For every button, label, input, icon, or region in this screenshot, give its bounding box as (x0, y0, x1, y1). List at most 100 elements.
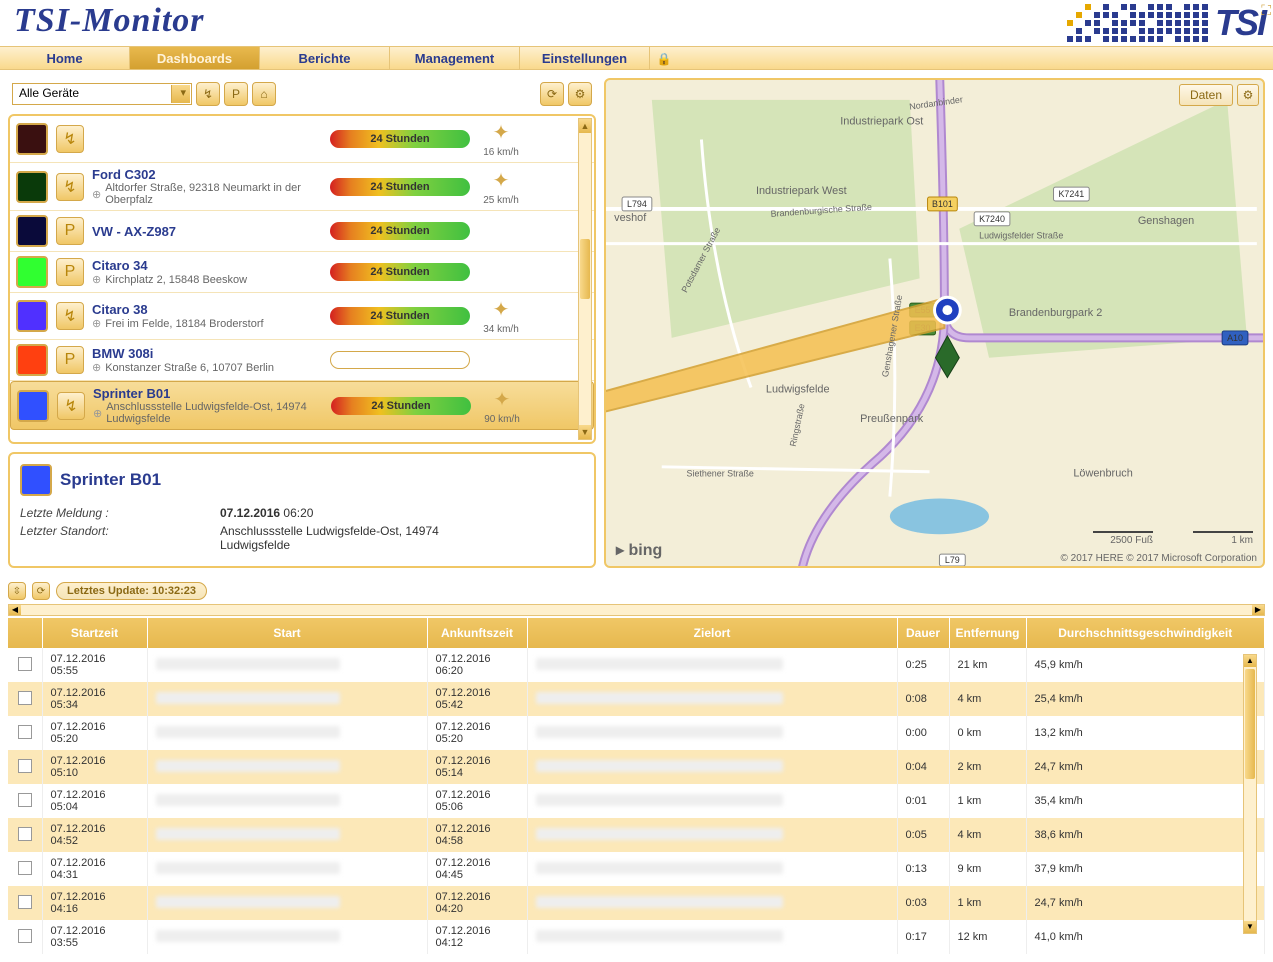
trip-start-location (156, 930, 340, 942)
table-row[interactable]: 07.12.201604:52 07.12.201604:58 0:05 4 k… (8, 818, 1265, 852)
fullscreen-icon[interactable]: ⛶ (1261, 2, 1271, 19)
trip-checkbox[interactable] (18, 691, 32, 705)
scroll-thumb[interactable] (1245, 669, 1255, 779)
device-row[interactable]: P Citaro 34 ⊕Kirchplatz 2, 15848 Beeskow… (10, 252, 594, 293)
device-name: BMW 308i (92, 346, 322, 361)
svg-text:K7240: K7240 (979, 214, 1005, 224)
trip-arrival-time: 07.12.201605:14 (427, 750, 527, 784)
trip-duration: 0:01 (897, 784, 949, 818)
device-speed: 90 km/h (484, 414, 520, 425)
col-entfernung[interactable]: Entfernung (949, 618, 1026, 648)
table-row[interactable]: 07.12.201605:04 07.12.201605:06 0:01 1 k… (8, 784, 1265, 818)
col-ankunftszeit[interactable]: Ankunftszeit (427, 618, 527, 648)
trip-checkbox[interactable] (18, 657, 32, 671)
trip-start-time: 07.12.201605:55 (42, 648, 147, 682)
device-row[interactable]: P BMW 308i ⊕Konstanzer Straße 6, 10707 B… (10, 340, 594, 381)
map-gear-icon[interactable]: ⚙ (1237, 84, 1259, 106)
device-row[interactable]: ↯ Ford C302 ⊕Altdorfer Straße, 92318 Neu… (10, 163, 594, 211)
device-row[interactable]: ↯ 24 Stunden ✦16 km/h (10, 116, 594, 163)
device-color-swatch (16, 171, 48, 203)
scroll-thumb[interactable] (580, 239, 590, 299)
col-zielort[interactable]: Zielort (527, 618, 897, 648)
table-row[interactable]: 07.12.201604:31 07.12.201604:45 0:13 9 k… (8, 852, 1265, 886)
table-row[interactable]: 07.12.201604:16 07.12.201604:20 0:03 1 k… (8, 886, 1265, 920)
table-row[interactable]: 07.12.201605:34 07.12.201605:42 0:08 4 k… (8, 682, 1265, 716)
logo-text: TSI (1215, 2, 1265, 44)
scroll-right-icon[interactable]: ▶ (1252, 605, 1264, 615)
gear-icon[interactable]: ⚙ (568, 82, 592, 106)
trip-checkbox[interactable] (18, 929, 32, 943)
device-row[interactable]: P VW - AX-Z987 24 Stunden (10, 211, 594, 252)
svg-text:Ludwigsfelder Straße: Ludwigsfelder Straße (979, 231, 1063, 241)
nav-berichte[interactable]: Berichte (260, 47, 390, 69)
device-row[interactable]: ↯ Sprinter B01 ⊕Anschlussstelle Ludwigsf… (10, 381, 594, 430)
trip-checkbox[interactable] (18, 759, 32, 773)
scroll-up-icon[interactable]: ▲ (579, 119, 591, 133)
device-filter-select[interactable]: Alle Geräte (12, 83, 192, 105)
route-icon[interactable]: ↯ (196, 82, 220, 106)
trip-checkbox[interactable] (18, 725, 32, 739)
table-row[interactable]: 07.12.201605:20 07.12.201605:20 0:00 0 k… (8, 716, 1265, 750)
parking-icon[interactable]: P (224, 82, 248, 106)
col-dauer[interactable]: Dauer (897, 618, 949, 648)
device-name: VW - AX-Z987 (92, 224, 322, 239)
detail-last-msg-time: 06:20 (283, 506, 313, 520)
svg-text:Löwenbruch: Löwenbruch (1073, 468, 1132, 480)
trips-refresh-icon[interactable]: ⟳ (32, 582, 50, 600)
map-data-button[interactable]: Daten (1179, 84, 1233, 106)
detail-device-name: Sprinter B01 (60, 470, 161, 490)
trips-collapse-icon[interactable]: ⇳ (8, 582, 26, 600)
trip-start-time: 07.12.201605:04 (42, 784, 147, 818)
scroll-up-icon[interactable]: ▲ (1244, 655, 1256, 667)
map-canvas[interactable]: L794 B101 K7240 K7241 E55 E30 A10 L79 In… (606, 80, 1263, 566)
nav-home[interactable]: Home (0, 47, 130, 69)
table-row[interactable]: 07.12.201605:55 07.12.201606:20 0:25 21 … (8, 648, 1265, 682)
trip-destination (536, 794, 783, 806)
detail-color-swatch (20, 464, 52, 496)
trip-distance: 0 km (949, 716, 1026, 750)
nav-management[interactable]: Management (390, 47, 520, 69)
lock-icon[interactable]: 🔒 (650, 47, 678, 69)
table-row[interactable]: 07.12.201605:10 07.12.201605:14 0:04 2 k… (8, 750, 1265, 784)
svg-text:K7241: K7241 (1058, 189, 1084, 199)
moving-icon: ↯ (56, 302, 84, 330)
nav-dashboards[interactable]: Dashboards (130, 47, 260, 69)
globe-icon: ⊕ (92, 361, 101, 374)
trip-destination (536, 828, 783, 840)
col-durchschnitt[interactable]: Durchschnittsgeschwindigkeit (1026, 618, 1265, 648)
hours-badge: 24 Stunden (330, 130, 470, 148)
trip-avg-speed: 38,6 km/h (1026, 818, 1265, 852)
trip-distance: 12 km (949, 920, 1026, 954)
globe-icon: ⊕ (93, 407, 102, 420)
compass-icon: ✦ (489, 297, 513, 321)
svg-text:Brandenburgpark 2: Brandenburgpark 2 (1009, 307, 1102, 319)
trip-duration: 0:05 (897, 818, 949, 852)
refresh-icon[interactable]: ⟳ (540, 82, 564, 106)
col-start[interactable]: Start (147, 618, 427, 648)
compass-icon: ✦ (490, 387, 514, 411)
device-row[interactable]: ↯ Citaro 38 ⊕Frei im Felde, 18184 Broder… (10, 293, 594, 340)
map-panel[interactable]: Daten ⚙ (604, 78, 1265, 568)
globe-icon: ⊕ (92, 317, 101, 330)
table-row[interactable]: 07.12.201603:55 07.12.201604:12 0:17 12 … (8, 920, 1265, 954)
trip-checkbox[interactable] (18, 827, 32, 841)
trips-horizontal-scrollbar[interactable]: ◀ ▶ (8, 604, 1265, 616)
scroll-left-icon[interactable]: ◀ (9, 605, 21, 615)
trip-checkbox[interactable] (18, 895, 32, 909)
trip-start-location (156, 658, 340, 670)
scroll-down-icon[interactable]: ▼ (579, 425, 591, 439)
trip-start-location (156, 692, 340, 704)
home-icon[interactable]: ⌂ (252, 82, 276, 106)
globe-icon: ⊕ (92, 273, 101, 286)
nav-einstellungen[interactable]: Einstellungen (520, 47, 650, 69)
trip-checkbox[interactable] (18, 793, 32, 807)
detail-last-msg-date: 07.12.2016 (220, 506, 280, 520)
trips-vertical-scrollbar[interactable]: ▲ ▼ (1243, 654, 1257, 934)
col-startzeit[interactable]: Startzeit (42, 618, 147, 648)
scroll-down-icon[interactable]: ▼ (1244, 921, 1256, 933)
globe-icon: ⊕ (92, 188, 101, 201)
device-name: Ford C302 (92, 167, 322, 182)
trip-checkbox[interactable] (18, 861, 32, 875)
device-list-scrollbar[interactable]: ▲ ▼ (578, 118, 592, 440)
trip-start-time: 07.12.201605:34 (42, 682, 147, 716)
